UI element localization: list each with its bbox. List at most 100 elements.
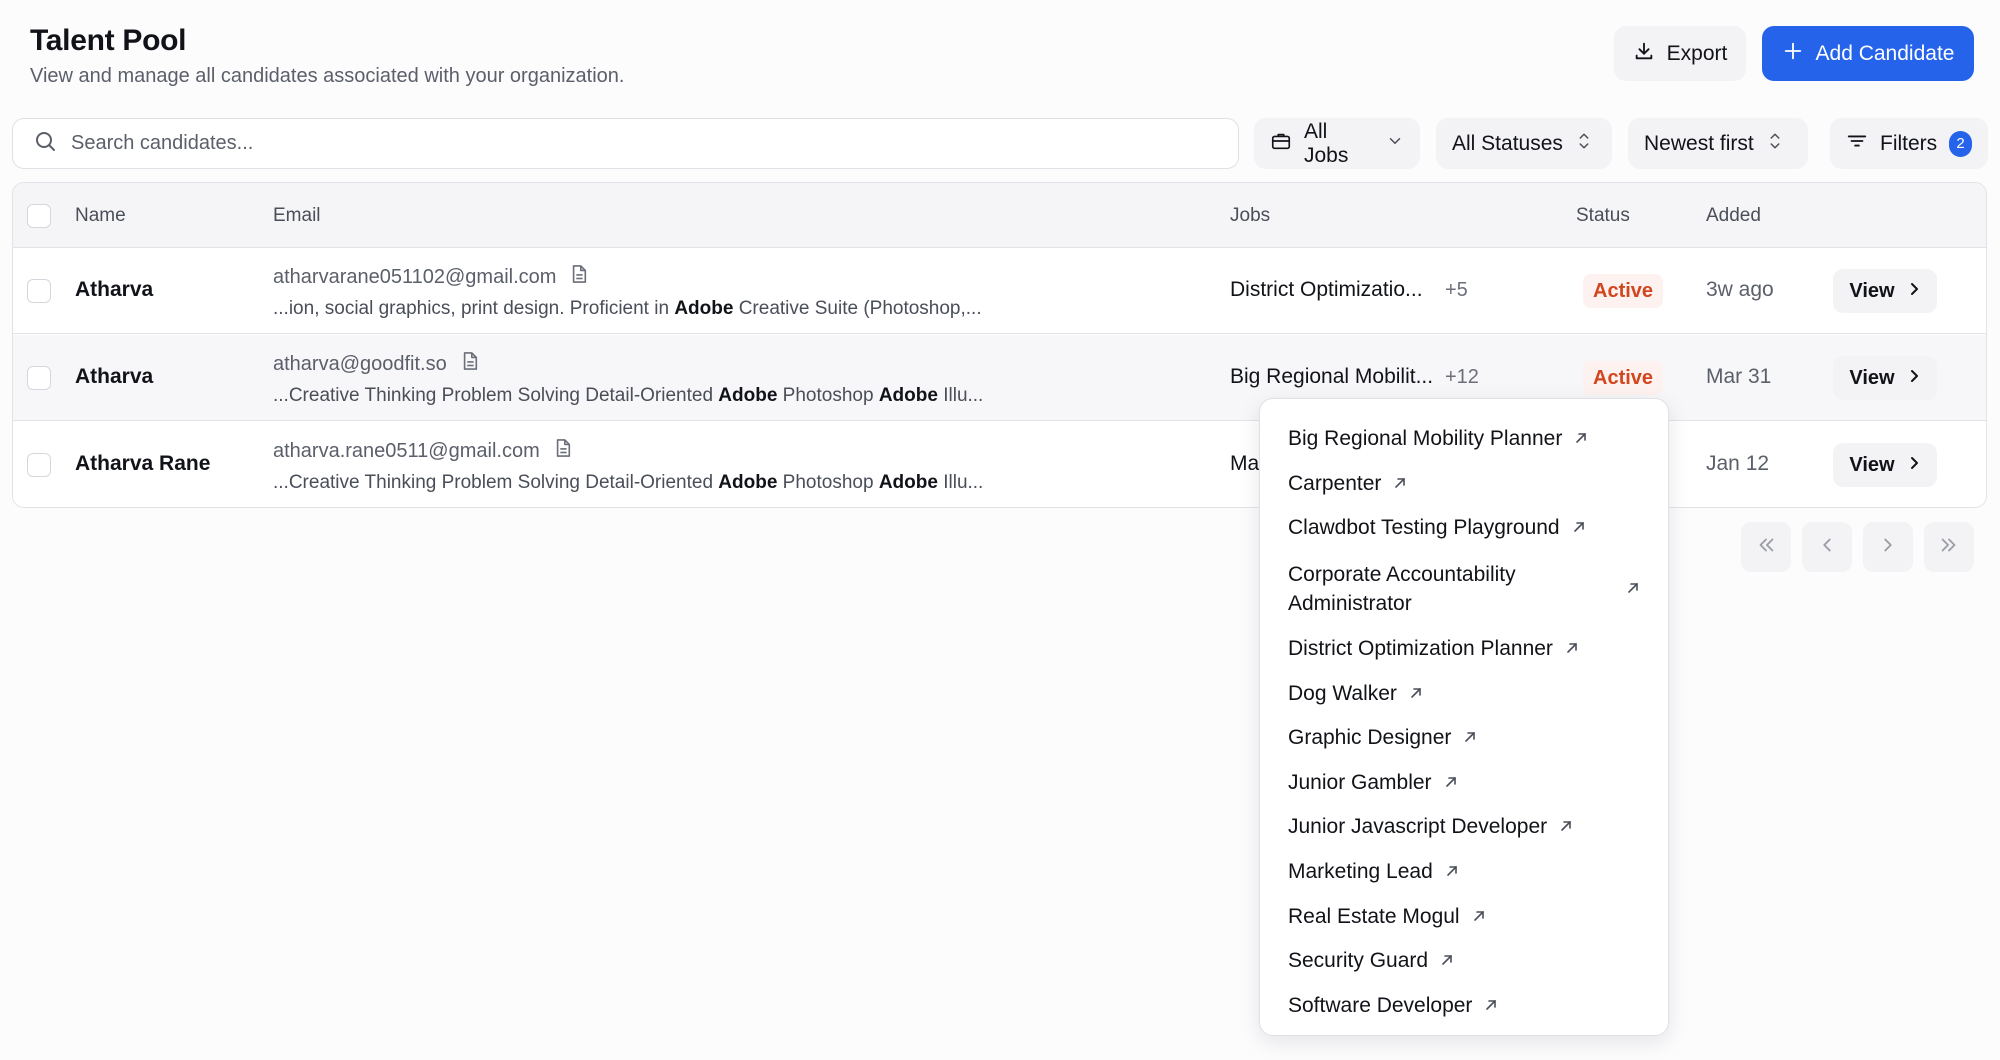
job-link-label: Graphic Designer <box>1288 726 1452 750</box>
chevron-up-down-icon <box>1766 130 1784 158</box>
popover-job-item[interactable]: Clawdbot Testing Playground <box>1260 506 1668 551</box>
column-jobs[interactable]: Jobs <box>1230 205 1270 227</box>
jobs-filter-select[interactable]: All Jobs <box>1254 118 1420 169</box>
arrow-up-right-icon <box>1559 815 1573 839</box>
view-button[interactable]: View <box>1833 356 1937 400</box>
previous-page-button[interactable] <box>1802 522 1852 572</box>
popover-job-item[interactable]: Junior Javascript Developer <box>1260 805 1668 850</box>
chevron-left-icon <box>1816 534 1838 561</box>
arrow-up-right-icon <box>1444 771 1458 795</box>
chevron-right-icon <box>1907 280 1921 303</box>
status-badge: Active <box>1583 361 1664 395</box>
view-button[interactable]: View <box>1833 443 1937 487</box>
job-link-label: Dog Walker <box>1288 681 1397 705</box>
job-link-label: Big Regional Mobility Planner <box>1288 427 1563 451</box>
resume-snippet: ...Creative Thinking Problem Solving Det… <box>273 472 984 493</box>
popover-job-item[interactable]: Security Guard <box>1260 939 1668 984</box>
row-checkbox[interactable] <box>27 453 51 477</box>
popover-job-item[interactable]: Corporate Accountability Administrator <box>1260 551 1668 627</box>
job-link-label: Marketing Lead <box>1288 860 1433 884</box>
last-page-button[interactable] <box>1924 522 1974 572</box>
next-page-button[interactable] <box>1863 522 1913 572</box>
email-text: atharvarane051102@gmail.com <box>273 265 557 288</box>
arrow-up-right-icon <box>1393 472 1407 496</box>
arrow-up-right-icon <box>1626 577 1640 601</box>
job-name[interactable]: District Optimizatio... <box>1230 278 1423 302</box>
candidate-email: atharvarane051102@gmail.com <box>273 264 588 290</box>
popover-job-item[interactable]: Junior Gambler <box>1260 761 1668 806</box>
chevron-right-icon <box>1877 534 1899 561</box>
filters-button[interactable]: Filters 2 <box>1830 118 1988 169</box>
jobs-popover: Big Regional Mobility Planner Carpenter … <box>1259 398 1669 1036</box>
export-button[interactable]: Export <box>1614 26 1746 81</box>
row-checkbox[interactable] <box>27 366 51 390</box>
job-link-label: Junior Gambler <box>1288 770 1432 794</box>
job-link-label: Clawdbot Testing Playground <box>1288 516 1560 540</box>
job-link-label: Junior Javascript Developer <box>1288 815 1548 839</box>
column-status[interactable]: Status <box>1576 205 1630 227</box>
select-all-checkbox[interactable] <box>27 204 51 228</box>
arrow-up-right-icon <box>1574 427 1588 451</box>
table-row[interactable]: Atharva atharvarane051102@gmail.com ...i… <box>13 248 1986 334</box>
arrow-up-right-icon <box>1572 516 1586 540</box>
plus-icon <box>1782 40 1804 68</box>
table-row[interactable]: Atharva atharva@goodfit.so ...Creative T… <box>13 335 1986 421</box>
view-button[interactable]: View <box>1833 269 1937 313</box>
chevrons-right-icon <box>1938 534 1960 561</box>
table-row[interactable]: Atharva Rane atharva.rane0511@gmail.com … <box>13 422 1986 507</box>
arrow-up-right-icon <box>1565 637 1579 661</box>
candidates-table: Name Email Jobs Status Added Atharva ath… <box>12 182 1987 508</box>
popover-job-item[interactable]: Carpenter <box>1260 462 1668 507</box>
status-filter-select[interactable]: All Statuses <box>1436 118 1612 169</box>
arrow-up-right-icon <box>1484 994 1498 1018</box>
sort-select[interactable]: Newest first <box>1628 118 1808 169</box>
candidate-name: Atharva <box>75 365 154 388</box>
table-header: Name Email Jobs Status Added <box>13 183 1986 248</box>
popover-job-item[interactable]: Marketing Lead <box>1260 850 1668 895</box>
filters-count-badge: 2 <box>1949 130 1972 157</box>
column-email[interactable]: Email <box>273 205 321 227</box>
briefcase-icon <box>1270 130 1292 158</box>
arrow-up-right-icon <box>1463 726 1477 750</box>
filters-label: Filters <box>1880 131 1938 155</box>
chevron-down-icon <box>1386 132 1404 156</box>
popover-job-item[interactable]: Graphic Designer <box>1260 716 1668 761</box>
arrow-up-right-icon <box>1445 860 1459 884</box>
column-added[interactable]: Added <box>1706 205 1761 227</box>
status-filter-label: All Statuses <box>1452 131 1563 155</box>
added-date: Mar 31 <box>1706 365 1772 388</box>
sort-label: Newest first <box>1644 131 1754 155</box>
more-jobs-count[interactable]: +12 <box>1445 366 1479 389</box>
popover-job-item[interactable]: Dog Walker <box>1260 671 1668 716</box>
search-icon <box>33 129 57 158</box>
added-date: Jan 12 <box>1706 452 1770 475</box>
view-label: View <box>1849 453 1895 476</box>
jobs-filter-label: All Jobs <box>1304 119 1349 167</box>
status-badge: Active <box>1583 274 1664 308</box>
job-link-label: Corporate Accountability Administrator <box>1288 562 1516 615</box>
chevron-up-down-icon <box>1575 130 1593 158</box>
candidate-name: Atharva <box>75 278 154 301</box>
add-candidate-button[interactable]: Add Candidate <box>1762 26 1974 81</box>
column-name[interactable]: Name <box>75 205 126 227</box>
download-icon <box>1633 40 1655 68</box>
document-icon[interactable] <box>461 351 479 377</box>
document-icon[interactable] <box>570 264 588 290</box>
popover-job-item[interactable]: Real Estate Mogul <box>1260 894 1668 939</box>
row-checkbox[interactable] <box>27 279 51 303</box>
added-date: 3w ago <box>1706 278 1774 301</box>
search-box[interactable] <box>12 118 1239 169</box>
job-link-label: Security Guard <box>1288 949 1429 973</box>
document-icon[interactable] <box>554 438 572 464</box>
popover-job-item[interactable]: Software Developer <box>1260 984 1668 1029</box>
search-input[interactable] <box>71 132 1171 155</box>
popover-job-item[interactable]: Big Regional Mobility Planner <box>1260 417 1668 462</box>
job-name[interactable]: Ma <box>1230 452 1259 476</box>
popover-job-item[interactable]: District Optimization Planner <box>1260 627 1668 672</box>
page-subtitle: View and manage all candidates associate… <box>30 65 625 87</box>
page-title: Talent Pool <box>30 24 187 57</box>
more-jobs-count[interactable]: +5 <box>1445 279 1468 302</box>
first-page-button[interactable] <box>1741 522 1791 572</box>
view-label: View <box>1849 279 1895 302</box>
job-name[interactable]: Big Regional Mobilit... <box>1230 365 1433 389</box>
